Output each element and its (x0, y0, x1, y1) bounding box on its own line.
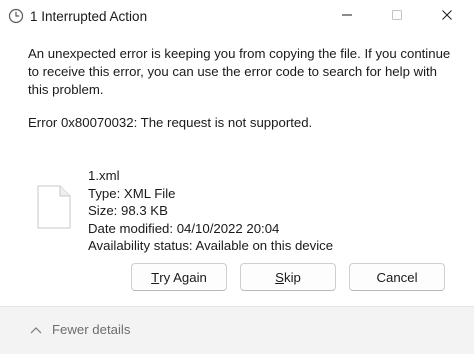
file-availability: Availability status: Available on this d… (88, 238, 334, 253)
minimize-button[interactable] (324, 0, 370, 32)
maximize-icon (392, 7, 402, 25)
maximize-button[interactable] (374, 0, 420, 32)
minimize-icon (342, 7, 352, 25)
file-date-modified: Date modified: 04/10/2022 20:04 (88, 220, 280, 236)
title-bar[interactable]: 1 Interrupted Action (0, 0, 474, 34)
document-icon (37, 185, 71, 229)
skip-button[interactable]: Skip (240, 263, 336, 291)
close-icon (442, 7, 452, 25)
clock-icon (8, 8, 24, 24)
error-code-text: Error 0x80070032: The request is not sup… (28, 115, 313, 130)
error-message: An unexpected error is keeping you from … (28, 46, 451, 97)
try-again-button[interactable]: Try Again (131, 263, 227, 291)
fewer-details-toggle[interactable]: Fewer details (30, 322, 130, 337)
try-again-mnemonic: T (151, 269, 160, 285)
try-again-label: ry Again (159, 269, 207, 285)
file-size: Size: 98.3 KB (88, 203, 168, 218)
interrupted-action-dialog: 1 Interrupted Action An unexpected error… (0, 0, 474, 354)
fewer-details-label: Fewer details (52, 322, 131, 337)
dialog-footer: Fewer details (0, 306, 474, 354)
file-name: 1.xml (88, 168, 120, 183)
chevron-up-icon (30, 322, 42, 337)
window-title: 1 Interrupted Action (30, 9, 148, 24)
file-type: Type: XML File (88, 185, 176, 201)
skip-label: kip (283, 269, 301, 285)
close-button[interactable] (424, 0, 470, 32)
skip-mnemonic: S (275, 269, 284, 285)
file-details: 1.xml Type: XML File Size: 98.3 KB Date … (88, 167, 333, 255)
cancel-button[interactable]: Cancel (349, 263, 445, 291)
